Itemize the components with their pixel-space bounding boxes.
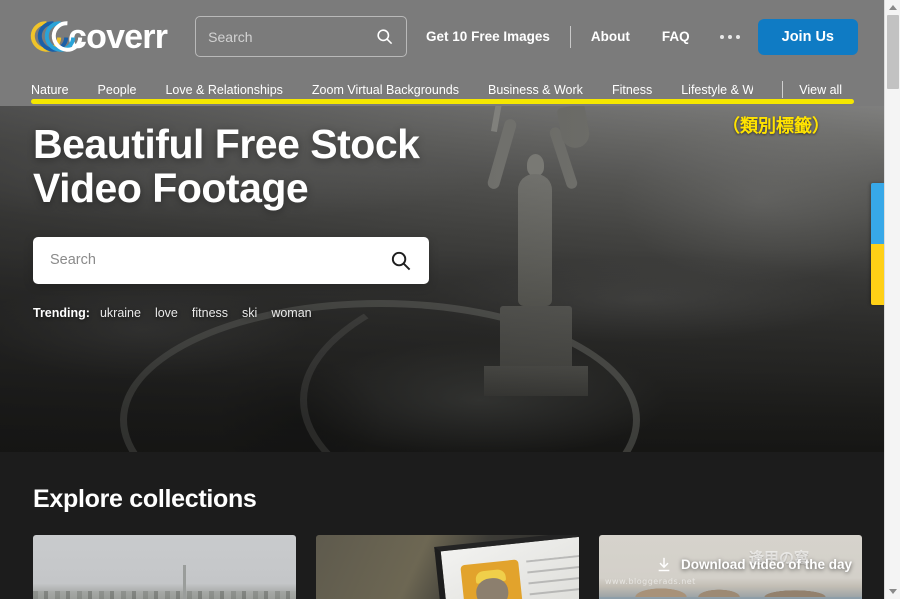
hero-title-line-2: Video Footage <box>33 165 309 212</box>
category-nav-underline <box>31 99 854 104</box>
header-nav-links: Get 10 Free Images About FAQ Join Us <box>410 18 884 55</box>
annotation-category-labels: （類別標籤） <box>722 116 830 137</box>
category-people[interactable]: People <box>98 83 137 97</box>
explore-collections-section: Explore collections 逢甲の窩 www.bloggerads.… <box>0 452 884 599</box>
collection-card-nft-tablet[interactable] <box>316 535 579 599</box>
ellipsis-icon[interactable] <box>706 34 758 39</box>
trending-tag-ukraine[interactable]: ukraine <box>100 306 141 320</box>
ape-artwork <box>460 559 525 599</box>
trending-tag-love[interactable]: love <box>155 306 178 320</box>
trending-tag-woman[interactable]: woman <box>271 306 311 320</box>
category-business-work[interactable]: Business & Work <box>488 83 583 97</box>
hero-search-placeholder: Search <box>50 252 96 269</box>
category-zoom-virtual-backgrounds[interactable]: Zoom Virtual Backgrounds <box>312 83 459 97</box>
site-header: coverr Search Get 10 Free Images About F… <box>0 0 884 73</box>
scroll-up-arrow-icon[interactable] <box>885 0 900 15</box>
explore-collections-title: Explore collections <box>33 485 257 513</box>
hero-title: Beautiful Free Stock Video Footage <box>33 122 553 211</box>
page-scrollbar[interactable] <box>884 0 900 599</box>
category-divider <box>782 81 784 98</box>
trending-tag-fitness[interactable]: fitness <box>192 306 228 320</box>
header-divider <box>569 25 571 48</box>
ukraine-flag-yellow <box>871 244 884 305</box>
hero-title-line-1: Beautiful Free Stock <box>33 121 420 167</box>
coverr-logo[interactable]: coverr <box>24 14 168 58</box>
browser-page: coverr Search Get 10 Free Images About F… <box>0 0 900 599</box>
trending-label: Trending: <box>33 305 90 320</box>
download-icon <box>658 557 670 572</box>
header-search-box[interactable]: Search <box>195 16 408 57</box>
page-viewport: coverr Search Get 10 Free Images About F… <box>0 0 884 599</box>
scroll-down-arrow-icon[interactable] <box>885 584 900 599</box>
category-fitness[interactable]: Fitness <box>612 83 652 97</box>
header-link-free-images[interactable]: Get 10 Free Images <box>410 29 566 44</box>
join-us-button[interactable]: Join Us <box>757 18 858 55</box>
category-nature[interactable]: Nature <box>31 83 69 97</box>
hero-content: Beautiful Free Stock Video Footage Searc… <box>33 122 553 320</box>
ukraine-flag-tab[interactable] <box>871 183 884 305</box>
header-search-placeholder: Search <box>208 28 253 45</box>
tablet-device <box>434 535 579 599</box>
hero-search-box[interactable]: Search <box>33 236 429 284</box>
coverr-arcs-logo-icon <box>24 14 89 58</box>
header-link-about[interactable]: About <box>575 29 646 44</box>
ukraine-flag-blue <box>871 183 884 244</box>
watermark-subtext: www.bloggerads.net <box>605 577 696 586</box>
trending-tag-ski[interactable]: ski <box>242 306 257 320</box>
logo-wordmark: coverr <box>68 17 168 56</box>
search-icon[interactable] <box>389 249 412 272</box>
text-lines <box>526 554 579 599</box>
scrollbar-thumb[interactable] <box>887 15 899 89</box>
category-love-relationships[interactable]: Love & Relationships <box>165 83 282 97</box>
search-icon <box>377 29 393 45</box>
header-link-faq[interactable]: FAQ <box>646 29 706 44</box>
download-video-label: Download video of the day <box>680 557 852 572</box>
collection-card-city-skyline[interactable] <box>33 535 296 599</box>
category-view-all[interactable]: View all <box>799 83 842 97</box>
category-lifestyle-wellness[interactable]: Lifestyle & We <box>681 83 753 97</box>
download-video-of-the-day-button[interactable]: Download video of the day <box>656 556 852 573</box>
skyline-texture <box>33 591 296 599</box>
trending-row: Trending: ukraine love fitness ski woman <box>33 306 553 320</box>
